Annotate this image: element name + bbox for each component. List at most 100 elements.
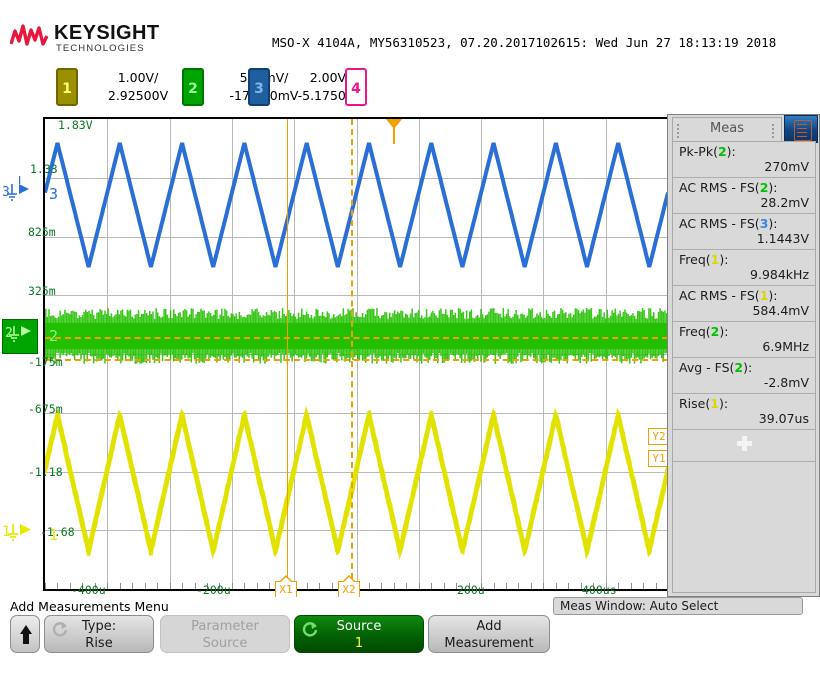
channel-1-ground-marker[interactable]: 1: [2, 516, 42, 554]
channel-2-noise: [74, 312, 76, 323]
add-measurement-row[interactable]: [673, 430, 815, 462]
channel-2-noise: [168, 318, 170, 323]
cursor-x2-line[interactable]: [351, 119, 354, 589]
channel-2-noise: [395, 314, 397, 323]
bottom-softkey-bar: Add Measurements Menu Meas Window: Auto …: [0, 597, 820, 680]
channel-2-noise: [131, 317, 133, 323]
cursor-x1-tag[interactable]: X1: [275, 581, 297, 598]
channel-1-readout[interactable]: 1.00V/ 2.92500V: [78, 69, 198, 105]
channel-2-noise: [543, 319, 545, 323]
channel-2-noise: [128, 311, 130, 323]
channel-2-noise: [371, 349, 373, 364]
channel-2-noise: [259, 349, 261, 363]
channel-2-noise: [199, 312, 201, 323]
softkey-add-line1: Add: [429, 619, 549, 634]
cursor-x2-tag[interactable]: X2: [338, 581, 360, 598]
measurement-item[interactable]: Freq(2):6.9MHz: [673, 322, 815, 358]
channel-2-noise: [261, 317, 263, 323]
channel-2-noise: [339, 314, 341, 323]
channel-2-noise: [117, 349, 119, 360]
channel-2-noise: [247, 349, 249, 356]
time-label-3: 400us: [582, 583, 617, 597]
up-arrow-icon: [20, 625, 32, 634]
measurement-item[interactable]: AC RMS - FS(3):1.1443V: [673, 214, 815, 250]
channel-2-noise: [642, 308, 644, 323]
waveform-graticule[interactable]: 3 2 1: [43, 117, 668, 591]
measurement-item[interactable]: Freq(1):9.984kHz: [673, 250, 815, 286]
channel-2-noise: [378, 316, 380, 323]
channel-2-noise: [237, 349, 239, 356]
channel-2-noise: [456, 318, 458, 323]
channel-2-noise: [99, 309, 101, 323]
measurement-item[interactable]: Rise(1):39.07us: [673, 394, 815, 430]
channel-2-noise: [618, 349, 620, 355]
channel-2-noise: [210, 313, 212, 323]
channel-2-noise: [538, 349, 540, 355]
channel-2-ground-marker[interactable]: 2: [2, 319, 38, 354]
channel-2-noise: [624, 349, 626, 360]
channel-2-noise: [360, 317, 362, 323]
channel-3-readout[interactable]: 2.00V/ -5.17500V: [270, 69, 390, 105]
channel-2-noise: [629, 349, 631, 364]
channel-4-button[interactable]: 4: [345, 68, 367, 106]
channel-2-noise: [568, 349, 570, 356]
channel-2-noise: [111, 349, 113, 358]
channel-2-noise: [47, 317, 49, 323]
channel-2-noise: [251, 309, 253, 323]
measurement-item[interactable]: AC RMS - FS(1):584.4mV: [673, 286, 815, 322]
channel-2-noise: [595, 317, 597, 324]
drag-handle-left-icon[interactable]: [677, 124, 681, 136]
channel-2-noise: [658, 312, 660, 323]
meas-window-indicator[interactable]: Meas Window: Auto Select: [553, 597, 803, 615]
channel-2-noise: [296, 349, 298, 356]
measurement-label: AC RMS - FS(1):: [679, 288, 809, 303]
channel-3-ground-marker[interactable]: 3 T: [2, 176, 42, 216]
channel-2-noise: [339, 349, 341, 357]
channel-2-noise: [632, 313, 634, 323]
channel-2-noise: [607, 349, 609, 360]
channel-2-button[interactable]: 2: [182, 68, 204, 106]
channel-2-noise: [567, 349, 569, 363]
channel-2-noise: [98, 349, 100, 359]
meas-panel-icon[interactable]: [784, 115, 818, 143]
measurement-list[interactable]: Pk-Pk(2):270mVAC RMS - FS(2):28.2mVAC RM…: [672, 141, 816, 593]
meas-tab[interactable]: Meas: [672, 117, 782, 141]
trigger-position-marker[interactable]: [386, 119, 402, 135]
channel-1-button[interactable]: 1: [56, 68, 78, 106]
channel-2-noise: [594, 317, 596, 323]
measurement-item[interactable]: Avg - FS(2):-2.8mV: [673, 358, 815, 394]
measurement-item[interactable]: Pk-Pk(2):270mV: [673, 142, 815, 178]
softkey-type[interactable]: Type: Rise: [44, 615, 154, 653]
measurement-item[interactable]: AC RMS - FS(2):28.2mV: [673, 178, 815, 214]
channel-2-noise: [88, 311, 90, 323]
cursor-y2-line[interactable]: [45, 337, 668, 339]
menu-up-button[interactable]: [10, 615, 40, 653]
channel-2-noise: [456, 349, 458, 354]
channel-2-noise: [498, 314, 500, 323]
channel-2-noise: [490, 309, 492, 323]
channel-2-noise: [471, 310, 473, 324]
cursor-x1-line[interactable]: [287, 119, 288, 589]
channel-2-noise: [101, 310, 103, 323]
channel-2-noise: [512, 317, 514, 323]
channel-2-noise: [71, 311, 73, 323]
channel-2-noise: [549, 316, 551, 323]
cursor-y1-line[interactable]: [45, 359, 668, 361]
channel-2-noise: [615, 309, 617, 324]
channel-2-noise: [79, 315, 81, 323]
drag-handle-right-icon[interactable]: [772, 124, 776, 136]
channel-2-noise: [258, 349, 260, 359]
channel-2-noise: [275, 349, 277, 356]
softkey-source[interactable]: Source 1: [294, 615, 424, 653]
channel-2-noise: [181, 317, 183, 323]
channel-2-noise: [491, 349, 493, 355]
channel-2-noise: [496, 313, 498, 323]
channel-3-offset: -5.17500V: [270, 87, 390, 105]
channel-3-button[interactable]: 3: [248, 68, 270, 106]
channel-2-noise: [224, 309, 226, 323]
channel-2-noise: [440, 349, 442, 356]
channel-2-noise: [442, 314, 444, 323]
softkey-add-measurement[interactable]: Add Measurement: [428, 615, 550, 653]
channel-2-noise: [64, 310, 66, 323]
channel-2-noise: [122, 310, 124, 324]
